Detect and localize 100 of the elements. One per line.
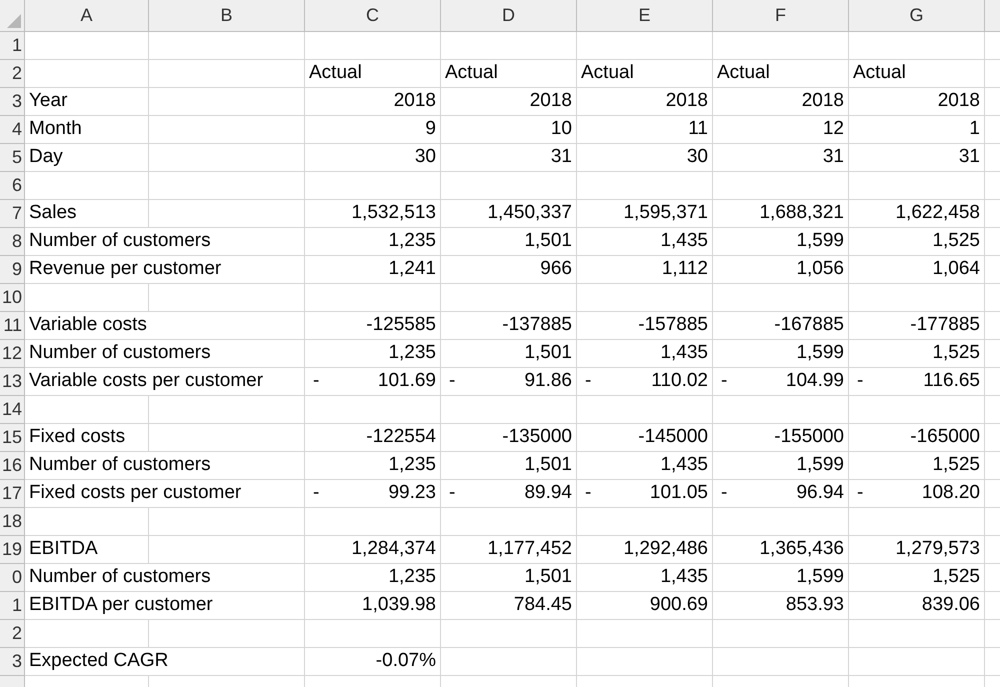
table-cell: 1,064 xyxy=(849,256,985,284)
cell-value: 96.94 xyxy=(796,481,844,506)
column-header[interactable]: G xyxy=(849,0,985,32)
row-header[interactable]: 17 xyxy=(0,480,25,508)
table-cell: 900.69 xyxy=(577,592,713,620)
column-header[interactable]: E xyxy=(577,0,713,32)
table-cell: 1,525 xyxy=(849,228,985,256)
row-header[interactable]: 10 xyxy=(0,284,25,312)
table-cell: -167885 xyxy=(713,312,849,340)
table-cell: -155000 xyxy=(713,424,849,452)
table-cell: Actual xyxy=(305,60,441,88)
minus-sign: - xyxy=(448,369,456,394)
row-header[interactable]: 7 xyxy=(0,200,25,228)
column-header[interactable]: C xyxy=(305,0,441,32)
table-cell: 1,435 xyxy=(577,452,713,480)
table-cell: -137885 xyxy=(441,312,577,340)
table-cell: -157885 xyxy=(577,312,713,340)
table-cell: 1,595,371 xyxy=(577,200,713,228)
column-header[interactable]: F xyxy=(713,0,849,32)
table-cell: 1,599 xyxy=(713,228,849,256)
row-header[interactable]: 12 xyxy=(0,340,25,368)
table-cell: -145000 xyxy=(577,424,713,452)
table-cell: 839.06 xyxy=(849,592,985,620)
cell-value: 104.99 xyxy=(786,369,844,394)
table-cell: 1,501 xyxy=(441,228,577,256)
minus-sign: - xyxy=(720,369,728,394)
table-cell: 11 xyxy=(577,116,713,144)
table-cell: 966 xyxy=(441,256,577,284)
table-cell: 1,532,513 xyxy=(305,200,441,228)
table-cell: 1,525 xyxy=(849,340,985,368)
row-header[interactable]: 16 xyxy=(0,452,25,480)
table-cell: 1,435 xyxy=(577,228,713,256)
cell-value: 108.20 xyxy=(922,481,980,506)
table-cell: 1 xyxy=(849,116,985,144)
table-cell: 1,235 xyxy=(305,452,441,480)
row-header[interactable]: 14 xyxy=(0,396,25,424)
table-cell: -135000 xyxy=(441,424,577,452)
row-header[interactable]: 2 xyxy=(0,60,25,88)
row-header[interactable]: 5 xyxy=(0,144,25,172)
table-cell: 9 xyxy=(305,116,441,144)
table-cell: 784.45 xyxy=(441,592,577,620)
select-all-corner-icon[interactable] xyxy=(7,14,21,28)
column-header[interactable]: B xyxy=(149,0,305,32)
minus-sign: - xyxy=(312,481,320,506)
table-cell: Actual xyxy=(441,60,577,88)
cell-value: 89.94 xyxy=(524,481,572,506)
row-header[interactable]: 6 xyxy=(0,172,25,200)
table-cell: 1,525 xyxy=(849,564,985,592)
table-cell: 1,235 xyxy=(305,564,441,592)
table-cell: 10 xyxy=(441,116,577,144)
table-cell: 1,039.98 xyxy=(305,592,441,620)
row-header[interactable]: 19 xyxy=(0,536,25,564)
table-cell: 853.93 xyxy=(713,592,849,620)
table-cell: 1,622,458 xyxy=(849,200,985,228)
table-cell: 1,056 xyxy=(713,256,849,284)
row-header[interactable]: 2 xyxy=(0,620,25,648)
table-cell: -125585 xyxy=(305,312,441,340)
row-header[interactable]: 1 xyxy=(0,32,25,60)
table-cell: 1,450,337 xyxy=(441,200,577,228)
row-header[interactable]: 8 xyxy=(0,228,25,256)
column-header[interactable]: A xyxy=(25,0,149,32)
cell-value: 99.23 xyxy=(388,481,436,506)
table-cell: 12 xyxy=(713,116,849,144)
row-header[interactable]: 15 xyxy=(0,424,25,452)
table-cell: Actual xyxy=(577,60,713,88)
minus-sign: - xyxy=(584,481,592,506)
table-cell: 1,284,374 xyxy=(305,536,441,564)
row-header[interactable]: 1 xyxy=(0,592,25,620)
column-header[interactable]: D xyxy=(441,0,577,32)
table-cell: 1,177,452 xyxy=(441,536,577,564)
row-header[interactable]: 3 xyxy=(0,88,25,116)
table-cell: 2018 xyxy=(305,88,441,116)
row-header[interactable]: 18 xyxy=(0,508,25,536)
table-cell: 1,688,321 xyxy=(713,200,849,228)
row-header[interactable]: 0 xyxy=(0,564,25,592)
table-cell: 1,501 xyxy=(441,340,577,368)
row-header[interactable]: 11 xyxy=(0,312,25,340)
table-cell: 1,279,573 xyxy=(849,536,985,564)
row-header[interactable]: 9 xyxy=(0,256,25,284)
minus-sign: - xyxy=(856,369,864,394)
table-cell: -122554 xyxy=(305,424,441,452)
table-cell: -177885 xyxy=(849,312,985,340)
table-cell: -0.07% xyxy=(305,648,441,676)
row-header[interactable]: 4 xyxy=(0,116,25,144)
table-cell: 1,235 xyxy=(305,340,441,368)
row-header[interactable]: 13 xyxy=(0,368,25,396)
table-cell: 1,292,486 xyxy=(577,536,713,564)
row-header[interactable]: 3 xyxy=(0,648,25,676)
cell-value: 110.02 xyxy=(651,369,708,394)
table-cell: 1,112 xyxy=(577,256,713,284)
table-cell: 1,525 xyxy=(849,452,985,480)
table-cell: -165000 xyxy=(849,424,985,452)
table-cell: 1,501 xyxy=(441,564,577,592)
table-cell: 2018 xyxy=(849,88,985,116)
table-cell: 1,241 xyxy=(305,256,441,284)
table-cell: 1,365,436 xyxy=(713,536,849,564)
table-cell: 1,435 xyxy=(577,564,713,592)
cell-value: 91.86 xyxy=(524,369,572,394)
table-cell: 31 xyxy=(849,144,985,172)
table-cell: 31 xyxy=(713,144,849,172)
